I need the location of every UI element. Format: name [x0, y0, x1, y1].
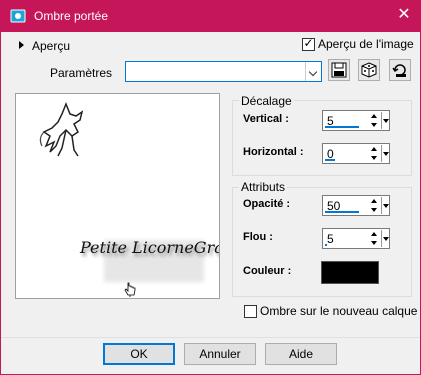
horizontal-up-icon[interactable] — [369, 145, 380, 153]
horizontal-slider-bar[interactable] — [325, 159, 335, 161]
checkbox-box[interactable]: ✓ — [302, 36, 315, 51]
dialog-window: Ombre portée ✕ Aperçu ✓ Aperçu de l'imag… — [0, 0, 421, 375]
vertical-spinbox[interactable]: 5 — [322, 110, 390, 131]
floppy-disk-icon — [331, 62, 347, 78]
ok-button[interactable]: OK — [103, 343, 175, 365]
opacite-stepper[interactable] — [369, 197, 380, 214]
unicorn-logo-icon — [39, 102, 84, 157]
flou-stepper[interactable] — [369, 230, 380, 247]
vertical-up-icon[interactable] — [369, 112, 380, 120]
horizontal-down-icon[interactable] — [369, 154, 380, 162]
preview-canvas: Petite LicorneGraphisme — [16, 94, 219, 298]
couleur-label: Couleur : — [243, 265, 292, 277]
couleur-swatch[interactable] — [321, 261, 379, 284]
app-icon — [10, 9, 26, 23]
opacite-down-icon[interactable] — [369, 206, 380, 214]
opacite-spinbox[interactable]: 50 — [322, 195, 390, 216]
hand-cursor-icon — [124, 282, 136, 297]
flou-value[interactable]: 5 — [327, 232, 334, 246]
checkbox-box[interactable] — [244, 305, 257, 318]
horizontal-spinbox[interactable]: 0 — [322, 143, 390, 164]
opacite-menu-icon[interactable] — [381, 197, 389, 214]
apercu-label: Aperçu — [32, 39, 71, 53]
preview-watermark-text: Petite LicorneGraphisme — [80, 238, 219, 257]
dice-icon — [361, 62, 377, 78]
ombre-nouveau-calque-label: Ombre sur le nouveau calque — [260, 304, 418, 318]
close-icon[interactable]: ✕ — [396, 7, 412, 23]
vertical-menu-icon[interactable] — [381, 112, 389, 129]
reset-arrow-icon — [392, 64, 406, 77]
checkmark-icon: ✓ — [303, 36, 314, 50]
flou-up-icon[interactable] — [369, 230, 380, 238]
apercu-image-label: Aperçu de l'image — [318, 37, 414, 51]
horizontal-label: Horizontal : — [243, 146, 304, 158]
parametres-label: Paramètres — [50, 66, 113, 80]
decalage-title: Décalage — [239, 94, 294, 108]
aide-button[interactable]: Aide — [265, 343, 337, 365]
expand-triangle-icon — [19, 41, 24, 49]
attributs-title: Attributs — [239, 180, 288, 194]
random-preset-button[interactable] — [358, 59, 380, 81]
opacite-slider-bar[interactable] — [325, 211, 359, 213]
vertical-down-icon[interactable] — [369, 121, 380, 129]
flou-label: Flou : — [243, 231, 273, 243]
vertical-label: Vertical : — [243, 113, 289, 125]
flou-slider-bar[interactable] — [325, 244, 327, 246]
button-separator — [1, 337, 420, 338]
vertical-slider-bar[interactable] — [325, 126, 359, 128]
title-bar[interactable]: Ombre portée ✕ — [1, 1, 420, 32]
opacite-label: Opacité : — [243, 198, 291, 210]
opacite-up-icon[interactable] — [369, 197, 380, 205]
flou-spinbox[interactable]: 5 — [322, 228, 390, 249]
annuler-button[interactable]: Annuler — [184, 343, 256, 365]
save-preset-button[interactable] — [328, 59, 350, 81]
flou-down-icon[interactable] — [369, 239, 380, 247]
horizontal-stepper[interactable] — [369, 145, 380, 162]
vertical-stepper[interactable] — [369, 112, 380, 129]
flou-menu-icon[interactable] — [381, 230, 389, 247]
parametres-dropdown[interactable] — [125, 61, 322, 82]
chevron-down-icon[interactable] — [305, 62, 321, 81]
window-title: Ombre portée — [34, 9, 109, 23]
reset-preset-button[interactable] — [389, 59, 411, 81]
horizontal-menu-icon[interactable] — [381, 145, 389, 162]
preview-pane[interactable]: Petite LicorneGraphisme — [15, 93, 220, 299]
